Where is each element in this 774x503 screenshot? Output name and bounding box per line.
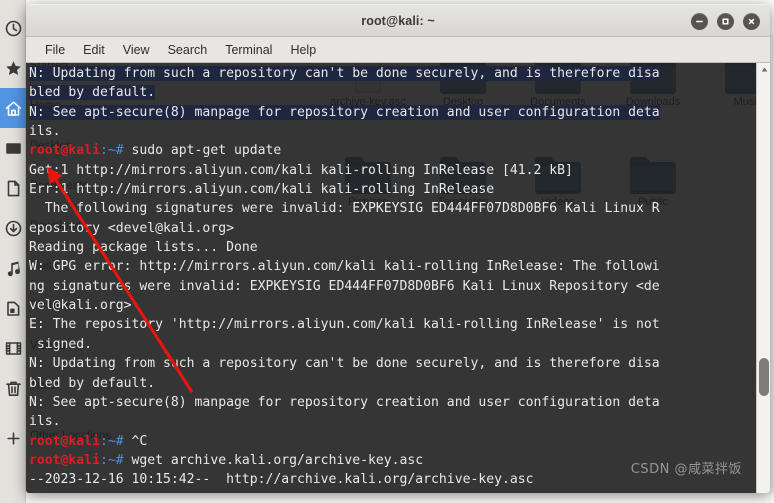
sidebar-item-trash[interactable]: [0, 368, 26, 408]
shell-prompt-path: :~#: [99, 433, 124, 449]
window-title: root@kali: ~: [361, 13, 435, 28]
watermark: CSDN @咸菜拌饭: [630, 462, 742, 477]
sidebar-item-starred[interactable]: [0, 48, 26, 88]
sidebar-item-downloads[interactable]: [0, 208, 26, 248]
plus-icon: [5, 430, 22, 447]
terminal-menubar: File Edit View Search Terminal Help: [26, 37, 770, 63]
menu-item-terminal[interactable]: Terminal: [216, 41, 281, 59]
sidebar-item-home[interactable]: [0, 88, 26, 128]
shell-prompt-user: root@kali: [29, 452, 100, 468]
terminal-line: N: See apt-secure(8) manpage for reposit…: [29, 393, 756, 412]
shell-prompt-user: root@kali: [29, 433, 100, 449]
terminal-scrollbar-thumb[interactable]: [759, 358, 769, 396]
terminal-output: N: See apt-secure(8) manpage for reposit…: [29, 394, 660, 410]
terminal-output: N: See apt-secure(8) manpage for reposit…: [29, 104, 660, 120]
terminal-line: Get:1 http://mirrors.aliyun.com/kali kal…: [29, 161, 756, 180]
film-icon: [5, 340, 22, 357]
terminal-titlebar[interactable]: root@kali: ~: [26, 4, 770, 37]
sidebar-item-pictures[interactable]: [0, 288, 26, 328]
maximize-button[interactable]: [717, 13, 734, 30]
menu-item-file[interactable]: File: [36, 41, 74, 59]
terminal-text: N: Updating from such a repository can't…: [29, 64, 756, 493]
desktop-icon: [5, 140, 22, 157]
terminal-output: ils.: [29, 414, 61, 430]
terminal-output: ils.: [29, 124, 61, 140]
terminal-output: N: Updating from such a repository can't…: [29, 356, 660, 372]
terminal-output: bled by default.: [29, 375, 156, 391]
scroll-up-icon[interactable]: [757, 63, 770, 76]
sidebar-item-documents[interactable]: [0, 168, 26, 208]
terminal-scrollbar[interactable]: [756, 63, 770, 493]
sidebar-item-videos[interactable]: [0, 328, 26, 368]
terminal-line: W: GPG error: http://mirrors.aliyun.com/…: [29, 257, 756, 276]
shell-prompt-path: :~#: [99, 452, 124, 468]
terminal-output-area[interactable]: N: Updating from such a repository can't…: [26, 63, 770, 493]
menu-item-help[interactable]: Help: [281, 41, 325, 59]
star-icon: [5, 60, 22, 77]
terminal-output: signed.: [29, 336, 93, 352]
menu-item-view[interactable]: View: [114, 41, 159, 59]
shell-command: wget archive.kali.org/archive-key.asc: [123, 452, 424, 468]
home-icon: [5, 100, 22, 117]
minimize-button[interactable]: [691, 13, 708, 30]
terminal-line: ils.: [29, 122, 756, 141]
file-manager-sidebar: [0, 0, 26, 503]
picture-icon: [5, 300, 22, 317]
clock-icon: [5, 20, 22, 37]
download-icon: [5, 220, 22, 237]
menu-item-edit[interactable]: Edit: [74, 41, 114, 59]
sidebar-item-other-locations[interactable]: [0, 418, 26, 458]
shell-command: ^C: [123, 433, 148, 449]
terminal-line: epository <devel@kali.org>: [29, 219, 756, 238]
terminal-line: ils.: [29, 412, 756, 431]
terminal-line: The following signatures were invalid: E…: [29, 199, 756, 218]
terminal-line: ng signatures were invalid: EXPKEYSIG ED…: [29, 277, 756, 296]
terminal-output: bled by default.: [29, 85, 156, 101]
terminal-window[interactable]: root@kali: ~ File Edit View Search Terminal H…: [26, 4, 770, 493]
terminal-output: E: The repository 'http://mirrors.aliyun…: [29, 317, 660, 333]
terminal-line: root@kali:~# ^C: [29, 432, 756, 451]
terminal-line: vel@kali.org>: [29, 296, 756, 315]
terminal-line: bled by default.: [29, 83, 756, 102]
terminal-output: epository <devel@kali.org>: [29, 220, 234, 236]
shell-prompt-user: root@kali: [29, 143, 100, 159]
menu-item-search[interactable]: Search: [159, 41, 217, 59]
terminal-line: root@kali:~# sudo apt-get update: [29, 141, 756, 160]
trash-icon: [5, 380, 22, 397]
terminal-line: Resolving archive.kali.org (archive.kali…: [29, 490, 756, 493]
music-note-icon: [5, 260, 22, 277]
terminal-output: Resolving archive.kali.org (archive.kali…: [29, 492, 660, 493]
terminal-line: Err:1 http://mirrors.aliyun.com/kali kal…: [29, 180, 756, 199]
terminal-output: Err:1 http://mirrors.aliyun.com/kali kal…: [29, 182, 495, 198]
terminal-line: signed.: [29, 335, 756, 354]
terminal-output: Get:1 http://mirrors.aliyun.com/kali kal…: [29, 162, 573, 178]
terminal-output: ng signatures were invalid: EXPKEYSIG ED…: [29, 278, 660, 294]
terminal-line: N: See apt-secure(8) manpage for reposit…: [29, 103, 756, 122]
terminal-line: N: Updating from such a repository can't…: [29, 354, 756, 373]
sidebar-item-desktop[interactable]: [0, 128, 26, 168]
window-controls: [691, 5, 760, 38]
sidebar-item-music[interactable]: [0, 248, 26, 288]
shell-command: sudo apt-get update: [123, 143, 282, 159]
terminal-output: --2023-12-16 10:15:42-- http://archive.k…: [29, 472, 534, 488]
terminal-output: The following signatures were invalid: E…: [29, 201, 660, 217]
document-icon: [5, 180, 22, 197]
terminal-line: Reading package lists... Done: [29, 238, 756, 257]
terminal-output: W: GPG error: http://mirrors.aliyun.com/…: [29, 259, 660, 275]
shell-prompt-path: :~#: [99, 143, 124, 159]
terminal-output: Reading package lists... Done: [29, 240, 258, 256]
terminal-line: bled by default.: [29, 374, 756, 393]
terminal-line: N: Updating from such a repository can't…: [29, 64, 756, 83]
terminal-output: N: Updating from such a repository can't…: [29, 66, 660, 81]
close-button[interactable]: [743, 13, 760, 30]
sidebar-item-recent[interactable]: [0, 8, 26, 48]
terminal-line: E: The repository 'http://mirrors.aliyun…: [29, 315, 756, 334]
terminal-output: vel@kali.org>: [29, 298, 132, 314]
